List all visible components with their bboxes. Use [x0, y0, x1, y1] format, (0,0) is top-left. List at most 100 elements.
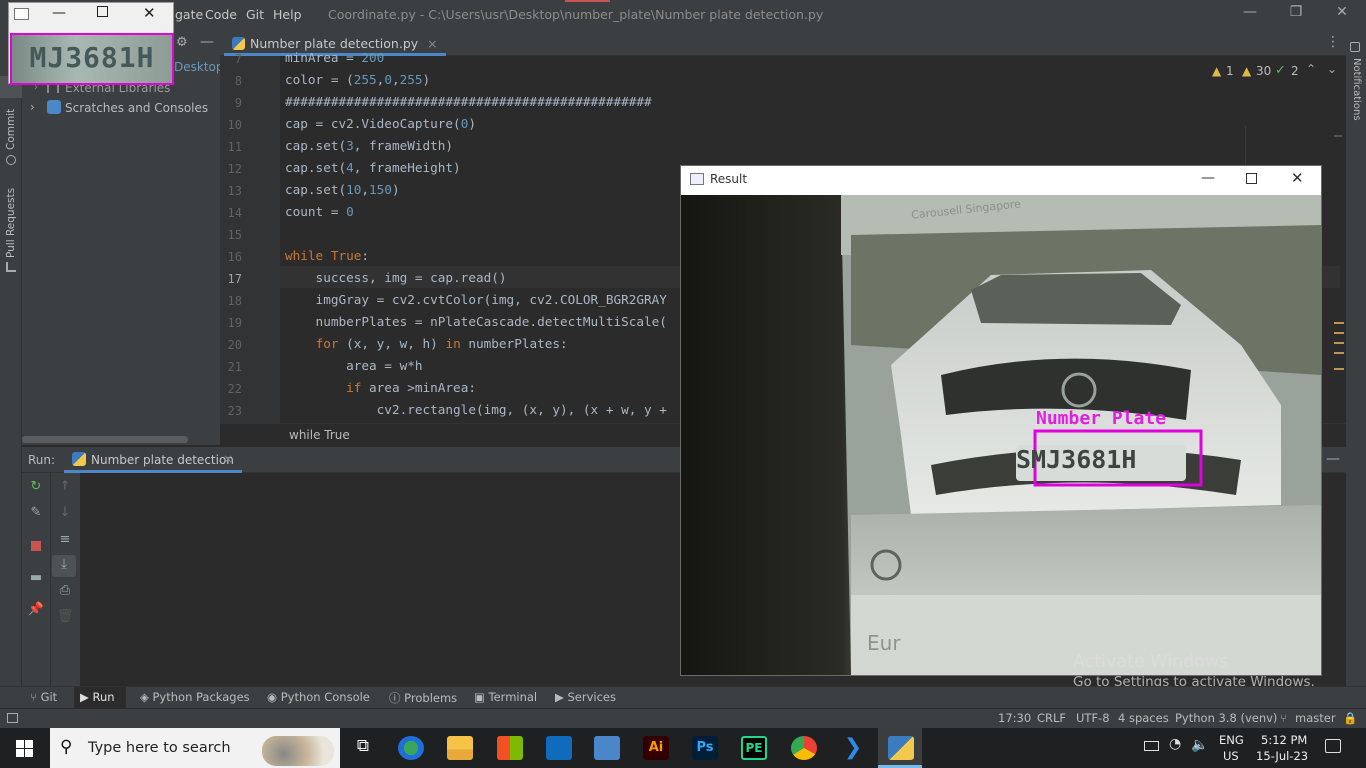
- tree-item-scratches[interactable]: Scratches and Consoles: [65, 101, 208, 115]
- line-number[interactable]: 22: [222, 382, 242, 396]
- vscode-icon[interactable]: ❯: [840, 736, 866, 760]
- line-number[interactable]: 7: [222, 52, 242, 66]
- minimize-icon[interactable]: —: [1240, 4, 1260, 24]
- battery-icon[interactable]: [1144, 741, 1159, 751]
- file-explorer-icon[interactable]: [447, 736, 473, 760]
- notifications-icon[interactable]: [1350, 42, 1360, 52]
- wrench-icon[interactable]: ✎: [27, 505, 45, 523]
- code-line[interactable]: while True:: [285, 248, 369, 263]
- layout-icon[interactable]: ▬: [27, 570, 45, 588]
- warning-icon[interactable]: ▲: [1212, 64, 1221, 78]
- close-icon[interactable]: ✕: [1332, 4, 1352, 24]
- layout-toggle-icon[interactable]: [7, 713, 18, 723]
- code-line[interactable]: for (x, y, w, h) in numberPlates:: [285, 336, 568, 351]
- run-tab-label[interactable]: Number plate detection: [91, 453, 234, 467]
- code-line[interactable]: ########################################…: [285, 94, 652, 109]
- breadcrumb[interactable]: while True: [289, 428, 350, 442]
- more-icon[interactable]: ⋮: [1326, 34, 1340, 50]
- maximize-icon[interactable]: [1246, 173, 1257, 184]
- pull-requests-tool-button[interactable]: Pull Requests: [5, 188, 17, 258]
- edge-icon[interactable]: [398, 736, 424, 760]
- code-line[interactable]: count = 0: [285, 204, 354, 219]
- clock-date[interactable]: 15-Jul-23: [1256, 749, 1308, 763]
- horizontal-scrollbar[interactable]: [22, 436, 188, 443]
- gear-icon[interactable]: ⚙: [176, 35, 188, 50]
- remote-desktop-icon[interactable]: [594, 736, 620, 760]
- notification-center-icon[interactable]: [1325, 739, 1341, 753]
- caret-position[interactable]: 17:30: [998, 711, 1031, 725]
- windows-start-icon[interactable]: [16, 740, 33, 757]
- chevron-right-icon[interactable]: ›: [30, 100, 35, 114]
- close-icon[interactable]: ✕: [143, 4, 156, 22]
- line-number[interactable]: 14: [222, 206, 242, 220]
- run-tab-close-icon[interactable]: ×: [223, 452, 233, 466]
- line-number[interactable]: 17: [222, 272, 242, 286]
- code-line[interactable]: if area >minArea:: [285, 380, 476, 395]
- indent-setting[interactable]: 4 spaces: [1118, 711, 1169, 725]
- store-icon[interactable]: [497, 736, 523, 760]
- code-line[interactable]: imgGray = cv2.cvtColor(img, cv2.COLOR_BG…: [285, 292, 667, 307]
- soft-wrap-icon[interactable]: ≡: [56, 532, 74, 550]
- minimize-icon[interactable]: —: [1201, 170, 1215, 186]
- line-number[interactable]: 9: [222, 96, 242, 110]
- menu-help[interactable]: Help: [273, 7, 302, 22]
- restore-icon[interactable]: ❐: [1286, 4, 1306, 24]
- python-console-tool-button[interactable]: ◉ Python Console: [267, 690, 370, 704]
- code-line[interactable]: minArea = 200: [285, 50, 384, 65]
- line-number[interactable]: 15: [222, 228, 242, 242]
- run-tool-button[interactable]: ▶ Run: [80, 690, 115, 704]
- up-arrow-icon[interactable]: ↑: [56, 479, 74, 497]
- line-separator[interactable]: CRLF: [1037, 711, 1066, 725]
- code-line[interactable]: cap.set(3, frameWidth): [285, 138, 453, 153]
- code-line[interactable]: success, img = cap.read(): [285, 270, 507, 285]
- file-encoding[interactable]: UTF-8: [1076, 711, 1110, 725]
- volume-icon[interactable]: 🔈: [1191, 737, 1208, 753]
- close-icon[interactable]: ✕: [1291, 169, 1304, 187]
- line-number[interactable]: 18: [222, 294, 242, 308]
- task-view-icon[interactable]: ⧉: [350, 736, 376, 760]
- pycharm-icon[interactable]: PE: [741, 736, 767, 760]
- input-region[interactable]: US: [1223, 749, 1239, 763]
- trash-icon[interactable]: 🗑: [56, 609, 74, 627]
- line-number[interactable]: 12: [222, 162, 242, 176]
- down-arrow-icon[interactable]: ↓: [56, 505, 74, 523]
- python-packages-tool-button[interactable]: ◈ Python Packages: [140, 690, 250, 704]
- chrome-icon[interactable]: [791, 736, 817, 760]
- code-line[interactable]: numberPlates = nPlateCascade.detectMulti…: [285, 314, 667, 329]
- chevron-down-icon[interactable]: ⌄: [1327, 62, 1337, 76]
- hide-pane-icon[interactable]: —: [200, 34, 214, 50]
- code-line[interactable]: cap.set(4, frameHeight): [285, 160, 461, 175]
- commit-tool-button[interactable]: Commit: [5, 109, 17, 150]
- code-line[interactable]: color = (255,0,255): [285, 72, 430, 87]
- menu-navigate[interactable]: gate: [175, 7, 203, 22]
- line-number[interactable]: 19: [222, 316, 242, 330]
- line-number[interactable]: 16: [222, 250, 242, 264]
- git-branch[interactable]: master: [1295, 711, 1336, 725]
- line-number[interactable]: 13: [222, 184, 242, 198]
- line-number[interactable]: 10: [222, 118, 242, 132]
- input-language[interactable]: ENG: [1219, 733, 1244, 747]
- code-line[interactable]: area = w*h: [285, 358, 422, 373]
- tab-close-icon[interactable]: ×: [427, 36, 437, 51]
- rerun-icon[interactable]: ↻: [27, 479, 45, 497]
- line-number[interactable]: 23: [222, 404, 242, 418]
- weak-warning-icon[interactable]: ▲: [1242, 64, 1251, 78]
- hide-run-icon[interactable]: —: [1326, 451, 1340, 467]
- photoshop-icon[interactable]: Ps: [692, 736, 718, 760]
- chevron-up-icon[interactable]: ⌃: [1306, 62, 1316, 76]
- line-number[interactable]: 21: [222, 360, 242, 374]
- illustrator-icon[interactable]: Ai: [643, 736, 669, 760]
- menu-code[interactable]: Code: [205, 7, 237, 22]
- line-number[interactable]: 11: [222, 140, 242, 154]
- stop-icon[interactable]: [31, 541, 41, 551]
- typo-check-icon[interactable]: ✓: [1275, 63, 1286, 78]
- maximize-icon[interactable]: [97, 6, 108, 17]
- code-line[interactable]: cap.set(10,150): [285, 182, 400, 197]
- lock-icon[interactable]: 🔒: [1343, 711, 1357, 725]
- pin-icon[interactable]: 📌: [27, 602, 45, 620]
- menu-git[interactable]: Git: [246, 7, 264, 22]
- code-line[interactable]: cv2.rectangle(img, (x, y), (x + w, y +: [285, 402, 667, 417]
- services-tool-button[interactable]: ▶ Services: [555, 690, 616, 704]
- notifications-tool-button[interactable]: Notifications: [1351, 58, 1362, 121]
- problems-tool-button[interactable]: ⓘ Problems: [389, 690, 457, 706]
